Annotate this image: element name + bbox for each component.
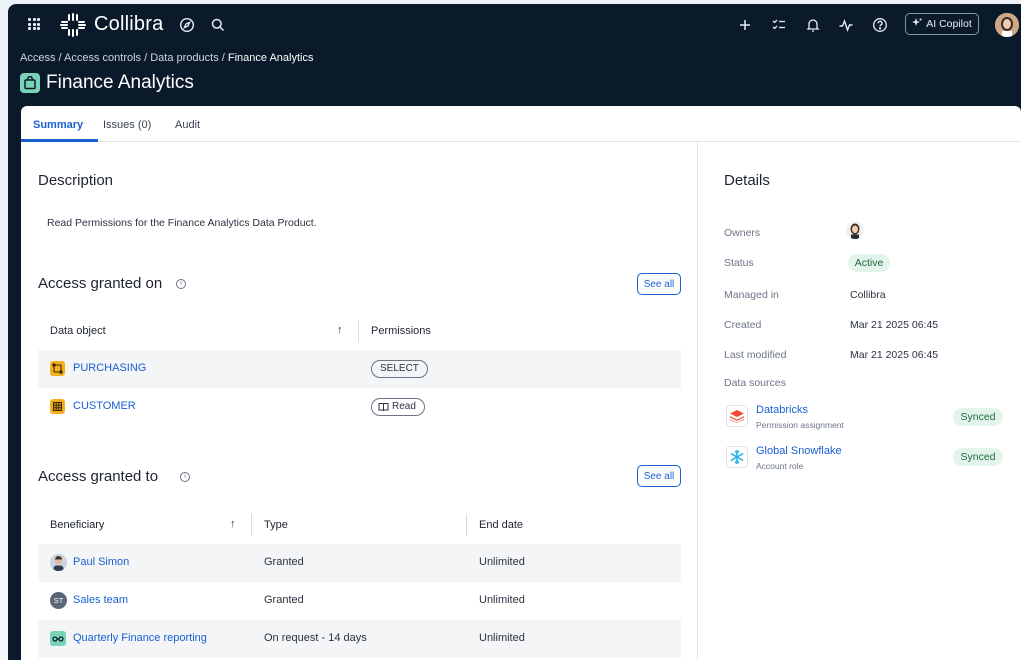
glasses-icon [50,631,66,646]
add-icon[interactable] [737,17,753,33]
owner-avatar[interactable] [846,221,864,239]
databricks-icon [726,405,748,427]
table-header: Beneficiary ↑ Type End date [38,506,681,544]
table-object-icon [50,361,65,376]
sort-ascending-icon[interactable]: ↑ [230,518,236,530]
data-object-link[interactable]: CUSTOMER [73,400,136,412]
column-end-date: End date [479,519,524,531]
last-modified-value: Mar 21 2025 06:45 [850,349,939,361]
tab-audit[interactable]: Audit [175,119,200,131]
grant-type: Granted [264,556,304,568]
tab-summary[interactable]: Summary [33,119,83,131]
details-panel: Details Owners Status Active Managed in … [699,142,1021,660]
data-source-link[interactable]: Global Snowflake [756,445,842,457]
data-product-icon [20,73,40,93]
permission-badge: Read [371,398,425,416]
tasks-icon[interactable] [771,17,787,33]
managed-in-label: Managed in [724,289,779,301]
breadcrumb-access-controls[interactable]: Access controls [64,52,141,64]
table-header: Data object ↑ Permissions [38,312,681,350]
snowflake-icon [726,446,748,468]
column-type: Type [264,519,288,531]
grant-type: On request - 14 days [264,632,367,644]
table-row[interactable]: CUSTOMER Read [38,388,681,426]
sync-status-badge: Synced [953,408,1003,426]
ai-copilot-label: AI Copilot [926,18,972,30]
end-date: Unlimited [479,556,525,568]
data-source-link[interactable]: Databricks [756,404,808,416]
beneficiary-link[interactable]: Paul Simon [73,556,129,568]
column-data-object[interactable]: Data object [50,325,106,337]
see-all-beneficiaries-button[interactable]: See all [637,465,681,487]
page-title: Finance Analytics [46,72,194,93]
status-label: Status [724,257,754,269]
end-date: Unlimited [479,632,525,644]
app-launcher-icon[interactable] [28,18,40,30]
permission-badge: SELECT [371,360,428,378]
grant-type: Granted [264,594,304,606]
tab-issues[interactable]: Issues (0) [103,119,151,131]
search-icon[interactable] [210,17,226,33]
info-icon[interactable]: i [180,472,190,482]
breadcrumb-access[interactable]: Access [20,52,55,64]
info-icon[interactable]: i [176,279,186,289]
status-badge: Active [848,254,890,272]
help-icon[interactable] [872,17,888,33]
sparkle-icon [912,17,922,31]
beneficiaries-table: Beneficiary ↑ Type End date Paul Simon G… [38,506,681,658]
beneficiary-link[interactable]: Sales team [73,594,128,606]
access-objects-table: Data object ↑ Permissions PURCHASING SEL… [38,312,681,426]
beneficiary-link[interactable]: Quarterly Finance reporting [73,632,207,644]
created-value: Mar 21 2025 06:45 [850,319,939,331]
breadcrumb-current: Finance Analytics [227,52,314,64]
breadcrumb: Access / Access controls / Data products… [20,52,314,64]
notifications-bell-icon[interactable] [805,17,821,33]
owners-label: Owners [724,227,761,239]
table-row[interactable]: Paul Simon Granted Unlimited [38,544,681,582]
activity-icon[interactable] [838,17,854,33]
tab-bar: Summary Issues (0) Audit [21,106,1021,142]
description-text: Read Permissions for the Finance Analyti… [47,217,317,229]
app-name: Collibra [94,13,164,35]
top-navigation: Collibra AI Copilot [8,4,1021,46]
table-grid-icon [50,399,65,414]
column-beneficiary[interactable]: Beneficiary [50,519,104,531]
app-window: Collibra AI Copilot Access / Access cont… [8,4,1021,660]
table-row[interactable]: PURCHASING SELECT [38,350,681,388]
data-sources-label: Data sources [724,377,786,389]
end-date: Unlimited [479,594,525,606]
table-row[interactable]: Quarterly Finance reporting On request -… [38,620,681,658]
access-granted-to-heading: Access granted to [38,468,159,485]
data-source-type: Permission assignment [756,420,844,430]
team-initials-avatar: ST [50,592,67,609]
managed-in-value: Collibra [850,289,886,301]
access-granted-on-heading: Access granted on [38,275,163,292]
collibra-logo-icon [60,13,86,37]
see-all-objects-button[interactable]: See all [637,273,681,295]
breadcrumb-data-products[interactable]: Data products [150,52,218,64]
person-avatar [50,554,67,571]
last-modified-label: Last modified [724,349,787,361]
data-source-type: Account role [756,461,804,471]
details-heading: Details [724,172,770,189]
data-object-link[interactable]: PURCHASING [73,362,146,374]
table-row[interactable]: ST Sales team Granted Unlimited [38,582,681,620]
created-label: Created [724,319,762,331]
user-avatar[interactable] [995,13,1019,37]
description-heading: Description [38,172,114,189]
main-panel: Description Read Permissions for the Fin… [21,142,698,660]
column-permissions: Permissions [371,325,431,337]
book-icon [378,403,389,412]
sync-status-badge: Synced [953,448,1003,466]
compass-icon[interactable] [179,17,195,33]
content-area: Description Read Permissions for the Fin… [21,142,1021,660]
ai-copilot-button[interactable]: AI Copilot [905,13,979,35]
sort-ascending-icon[interactable]: ↑ [337,324,343,336]
